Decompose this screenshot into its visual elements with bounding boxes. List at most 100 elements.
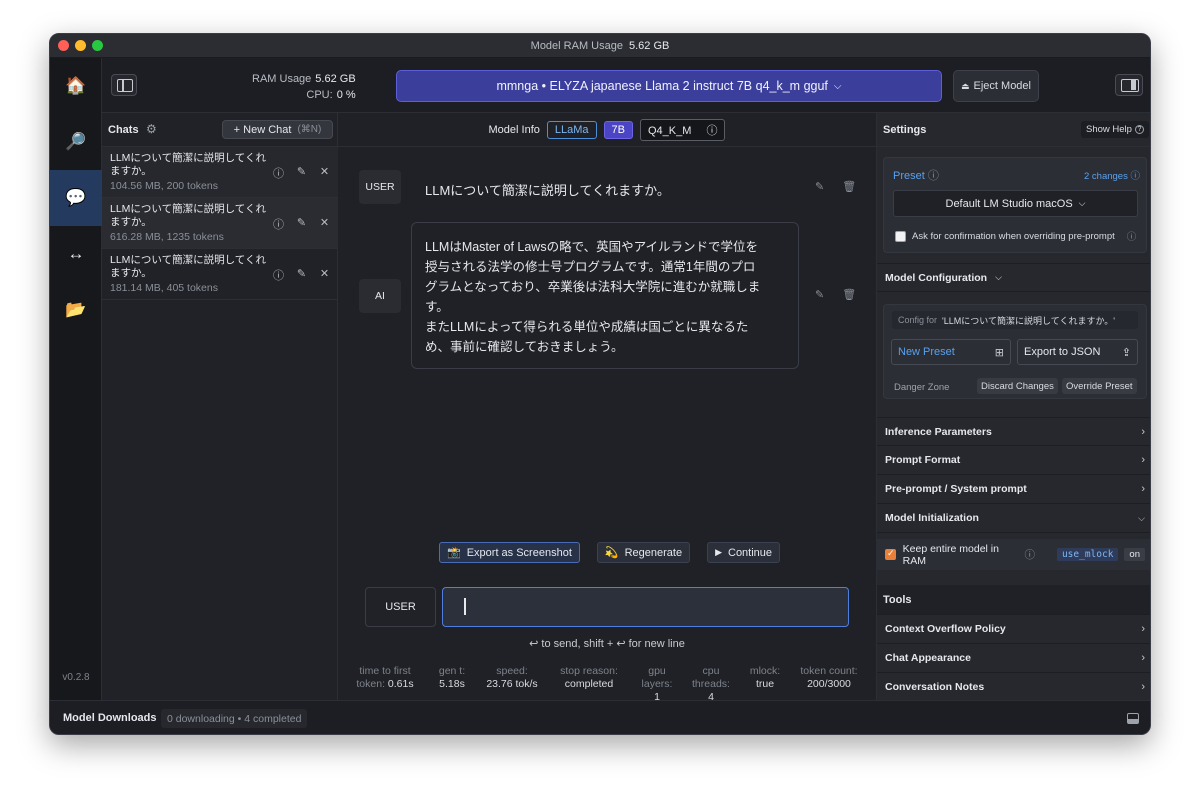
arrows-icon: ↔ [67, 244, 85, 263]
edit-icon[interactable]: ✎ [815, 180, 824, 193]
pre-prompt-row[interactable]: Pre-prompt / System prompt › [877, 475, 1150, 504]
user-message-text: LLMについて簡潔に説明してくれますか。 [425, 183, 670, 198]
config-for-label: Config for [898, 315, 938, 325]
chats-sidebar: Chats ⚙ + New Chat (⌘N) LLMについて簡潔に説明してくれ… [102, 113, 338, 700]
size-tag: 7B [603, 120, 633, 139]
confirm-override-label: Ask for confirmation when overriding pre… [912, 230, 1115, 242]
model-config-header[interactable]: Model Configuration ⌵ [877, 263, 1150, 292]
edit-icon[interactable]: ✎ [295, 216, 308, 232]
prompt-format-label: Prompt Format [885, 454, 961, 466]
cpu-value: 0 % [336, 89, 356, 101]
chat-list-item[interactable]: LLMについて簡潔に説明してくれますか。 181.14 MB, 405 toke… [102, 249, 338, 300]
ai-message-actions: ✎ 🗑 [815, 288, 856, 301]
message-input[interactable] [442, 587, 849, 627]
edit-icon[interactable]: ✎ [295, 165, 308, 181]
prompt-format-row[interactable]: Prompt Format › [877, 446, 1150, 475]
info-icon[interactable]: ⓘ [272, 165, 285, 181]
chat-meta: 104.56 MB, 200 tokens [110, 180, 218, 192]
nav-folder[interactable]: 📂 [50, 282, 102, 338]
eject-model-button[interactable]: ⏏ Eject Model [953, 70, 1039, 102]
bottom-bar: Model Downloads 0 downloading • 4 comple… [50, 700, 1150, 734]
new-preset-button[interactable]: New Preset ⊞ [891, 339, 1011, 365]
nav-server[interactable]: ↔ [50, 226, 102, 282]
stat-gen-time: gen t: 5.18s [438, 665, 466, 690]
continue-label: Continue [728, 546, 773, 559]
model-selector[interactable]: mmnga • ELYZA japanese Llama 2 instruct … [396, 70, 942, 102]
confirm-override-checkbox[interactable] [895, 230, 906, 242]
override-preset-button[interactable]: Override Preset [1062, 378, 1137, 394]
info-icon: ⓘ [1024, 549, 1035, 561]
sparkle-icon: 💫 [604, 547, 619, 559]
export-screenshot-button[interactable]: 📸 Export as Screenshot [439, 542, 580, 563]
text-caret [464, 598, 466, 615]
trash-icon[interactable]: 🗑 [842, 288, 856, 301]
show-help-button[interactable]: Show Help ? [1081, 121, 1149, 138]
preset-selector[interactable]: Default LM Studio macOS ⌵ [893, 190, 1138, 217]
edit-icon[interactable]: ✎ [295, 267, 308, 283]
keep-in-ram-checkbox[interactable] [885, 548, 896, 560]
config-for-value: 'LLMについて簡潔に説明してくれますか。' [942, 315, 1115, 326]
user-message-actions: ✎ 🗑 [815, 180, 856, 193]
model-init-row[interactable]: Model Initialization ⌵ [877, 504, 1150, 533]
nav-rail: 🏠 🔎 💬 ↔ 📂 v0.2.8 [50, 58, 102, 700]
model-downloads-button[interactable]: Model Downloads [63, 712, 157, 724]
settings-header: Settings Show Help ? [877, 113, 1150, 147]
inference-params-row[interactable]: Inference Parameters › [877, 417, 1150, 446]
chat-list-item[interactable]: LLMについて簡潔に説明してくれますか。 104.56 MB, 200 toke… [102, 147, 338, 198]
close-icon[interactable]: ✕ [318, 165, 331, 181]
keep-in-ram-row: Keep entire model in RAM ⓘ use_mlock on [877, 539, 1150, 570]
chat-appearance-row[interactable]: Chat Appearance › [877, 644, 1150, 673]
panel-toggle-icon[interactable] [1127, 713, 1139, 724]
changes-link[interactable]: 2 changes ⓘ [1084, 168, 1140, 182]
confirm-override-row[interactable]: Ask for confirmation when overriding pre… [895, 229, 1136, 243]
regenerate-button[interactable]: 💫 Regenerate [596, 542, 691, 563]
sidebar-toggle-icon[interactable] [111, 74, 137, 96]
close-icon[interactable]: ✕ [318, 267, 331, 283]
edit-icon[interactable]: ✎ [815, 288, 824, 301]
new-chat-button[interactable]: + New Chat (⌘N) [222, 120, 333, 139]
nav-search[interactable]: 🔎 [50, 114, 102, 170]
title-ram-label: Model RAM Usage [530, 39, 623, 52]
arch-tag: LLaMa [546, 120, 597, 139]
ram-label: RAM Usage [252, 73, 312, 85]
nav-chat[interactable]: 💬 [50, 170, 102, 226]
export-json-button[interactable]: Export to JSON ⇪ [1017, 339, 1138, 365]
danger-zone-label: Danger Zone [894, 382, 950, 393]
trash-icon[interactable]: 🗑 [842, 180, 856, 193]
info-icon[interactable]: ⓘ [272, 216, 285, 232]
chat-main: Model Info LLaMa 7B Q4_K_M ⓘ USER LLMについ… [338, 113, 876, 703]
stat-token-count: token count: 200/3000 [800, 665, 858, 690]
preset-card: Preset ⓘ 2 changes ⓘ Default LM Studio m… [883, 157, 1147, 253]
help-icon: ? [1134, 125, 1144, 134]
export-json-label: Export to JSON [1024, 346, 1101, 358]
nav-home[interactable]: 🏠 [50, 58, 102, 114]
preset-label: Preset ⓘ [893, 170, 939, 182]
settings-title: Settings [883, 124, 927, 136]
top-header: RAM Usage 5.62 GB CPU: 0 % mmnga • ELYZA j… [102, 58, 1150, 113]
quant-label: Q4_K_M [648, 124, 692, 137]
title-ram-value: 5.62 GB [628, 39, 670, 52]
preset-value: Default LM Studio macOS [945, 197, 1073, 210]
minimize-window-button[interactable] [75, 40, 86, 51]
show-help-label: Show Help [1086, 124, 1132, 135]
config-card: Config for 'LLMについて簡潔に説明してくれますか。' New Pr… [883, 304, 1147, 399]
zoom-window-button[interactable] [92, 40, 103, 51]
settings-panel-toggle-icon[interactable] [1115, 74, 1143, 96]
keep-in-ram-label: Keep entire model in RAM [902, 542, 999, 567]
info-icon[interactable]: ⓘ [272, 267, 285, 283]
discard-changes-button[interactable]: Discard Changes [977, 378, 1058, 394]
context-overflow-row[interactable]: Context Overflow Policy › [877, 615, 1150, 644]
quant-tag[interactable]: Q4_K_M ⓘ [640, 118, 726, 141]
send-hint: ↩ to send, shift + ↩ for new line [529, 638, 685, 650]
eject-label: Eject Model [973, 80, 1031, 92]
info-icon: ⓘ [927, 170, 939, 182]
close-window-button[interactable] [58, 40, 69, 51]
close-icon[interactable]: ✕ [318, 216, 331, 232]
chat-list-item[interactable]: LLMについて簡潔に説明してくれますか。 616.28 MB, 1235 tok… [102, 198, 338, 249]
inference-params-label: Inference Parameters [885, 425, 992, 438]
input-role-selector[interactable]: USER [365, 587, 436, 627]
continue-button[interactable]: ▶ Continue [707, 542, 781, 563]
config-for: Config for 'LLMについて簡潔に説明してくれますか。' [892, 311, 1138, 329]
conversation-notes-row[interactable]: Conversation Notes › [877, 673, 1150, 702]
gear-icon[interactable]: ⚙ [146, 122, 157, 136]
